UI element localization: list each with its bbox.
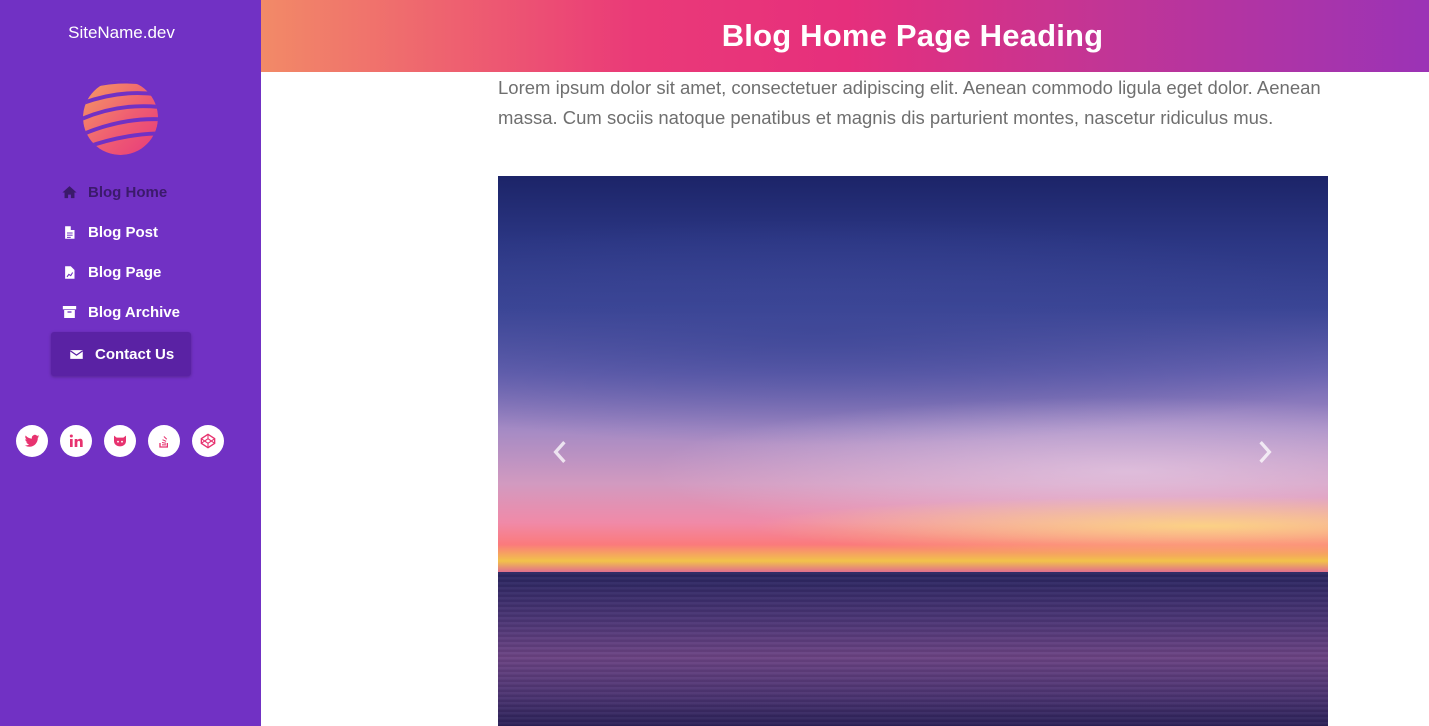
- stack-overflow-icon[interactable]: [148, 425, 180, 457]
- sunset-glow: [748, 496, 1328, 556]
- github-icon[interactable]: [104, 425, 136, 457]
- logo-globe-icon[interactable]: [81, 78, 160, 157]
- archive-icon: [60, 303, 78, 321]
- nav-item-blog-page[interactable]: Blog Page: [51, 252, 251, 292]
- nav-label: Blog Post: [88, 223, 158, 241]
- file-text-icon: [60, 223, 78, 241]
- nav-item-contact-us[interactable]: Contact Us: [51, 332, 191, 376]
- social-links: [16, 425, 224, 457]
- envelope-icon: [67, 345, 85, 363]
- codepen-icon[interactable]: [192, 425, 224, 457]
- page-title: Blog Home Page Heading: [721, 18, 1104, 53]
- sidebar-nav: Blog Home Blog Post Blog Page Blog Archi…: [51, 172, 251, 376]
- page-header: Blog Home Page Heading: [261, 0, 1429, 72]
- linkedin-icon[interactable]: [60, 425, 92, 457]
- sea: [498, 572, 1328, 726]
- home-icon: [60, 183, 78, 201]
- image-carousel[interactable]: [498, 176, 1328, 726]
- nav-item-blog-archive[interactable]: Blog Archive: [51, 292, 251, 332]
- chevron-right-icon: [1259, 441, 1272, 463]
- carousel-next-button[interactable]: [1253, 440, 1277, 464]
- nav-label: Blog Archive: [88, 303, 180, 321]
- site-name[interactable]: SiteName.dev: [0, 23, 243, 43]
- carousel-prev-button[interactable]: [548, 440, 572, 464]
- file-chart-icon: [60, 263, 78, 281]
- sidebar: SiteName.dev Blog Home Blog Post Blog Pa…: [0, 0, 261, 726]
- nav-label: Blog Page: [88, 263, 162, 281]
- intro-paragraph: Lorem ipsum dolor sit amet, consectetuer…: [498, 77, 1321, 128]
- nav-label: Blog Home: [88, 183, 168, 201]
- chevron-left-icon: [553, 441, 566, 463]
- nav-item-blog-home[interactable]: Blog Home: [51, 172, 251, 212]
- nav-item-blog-post[interactable]: Blog Post: [51, 212, 251, 252]
- nav-label: Contact Us: [95, 345, 175, 363]
- twitter-icon[interactable]: [16, 425, 48, 457]
